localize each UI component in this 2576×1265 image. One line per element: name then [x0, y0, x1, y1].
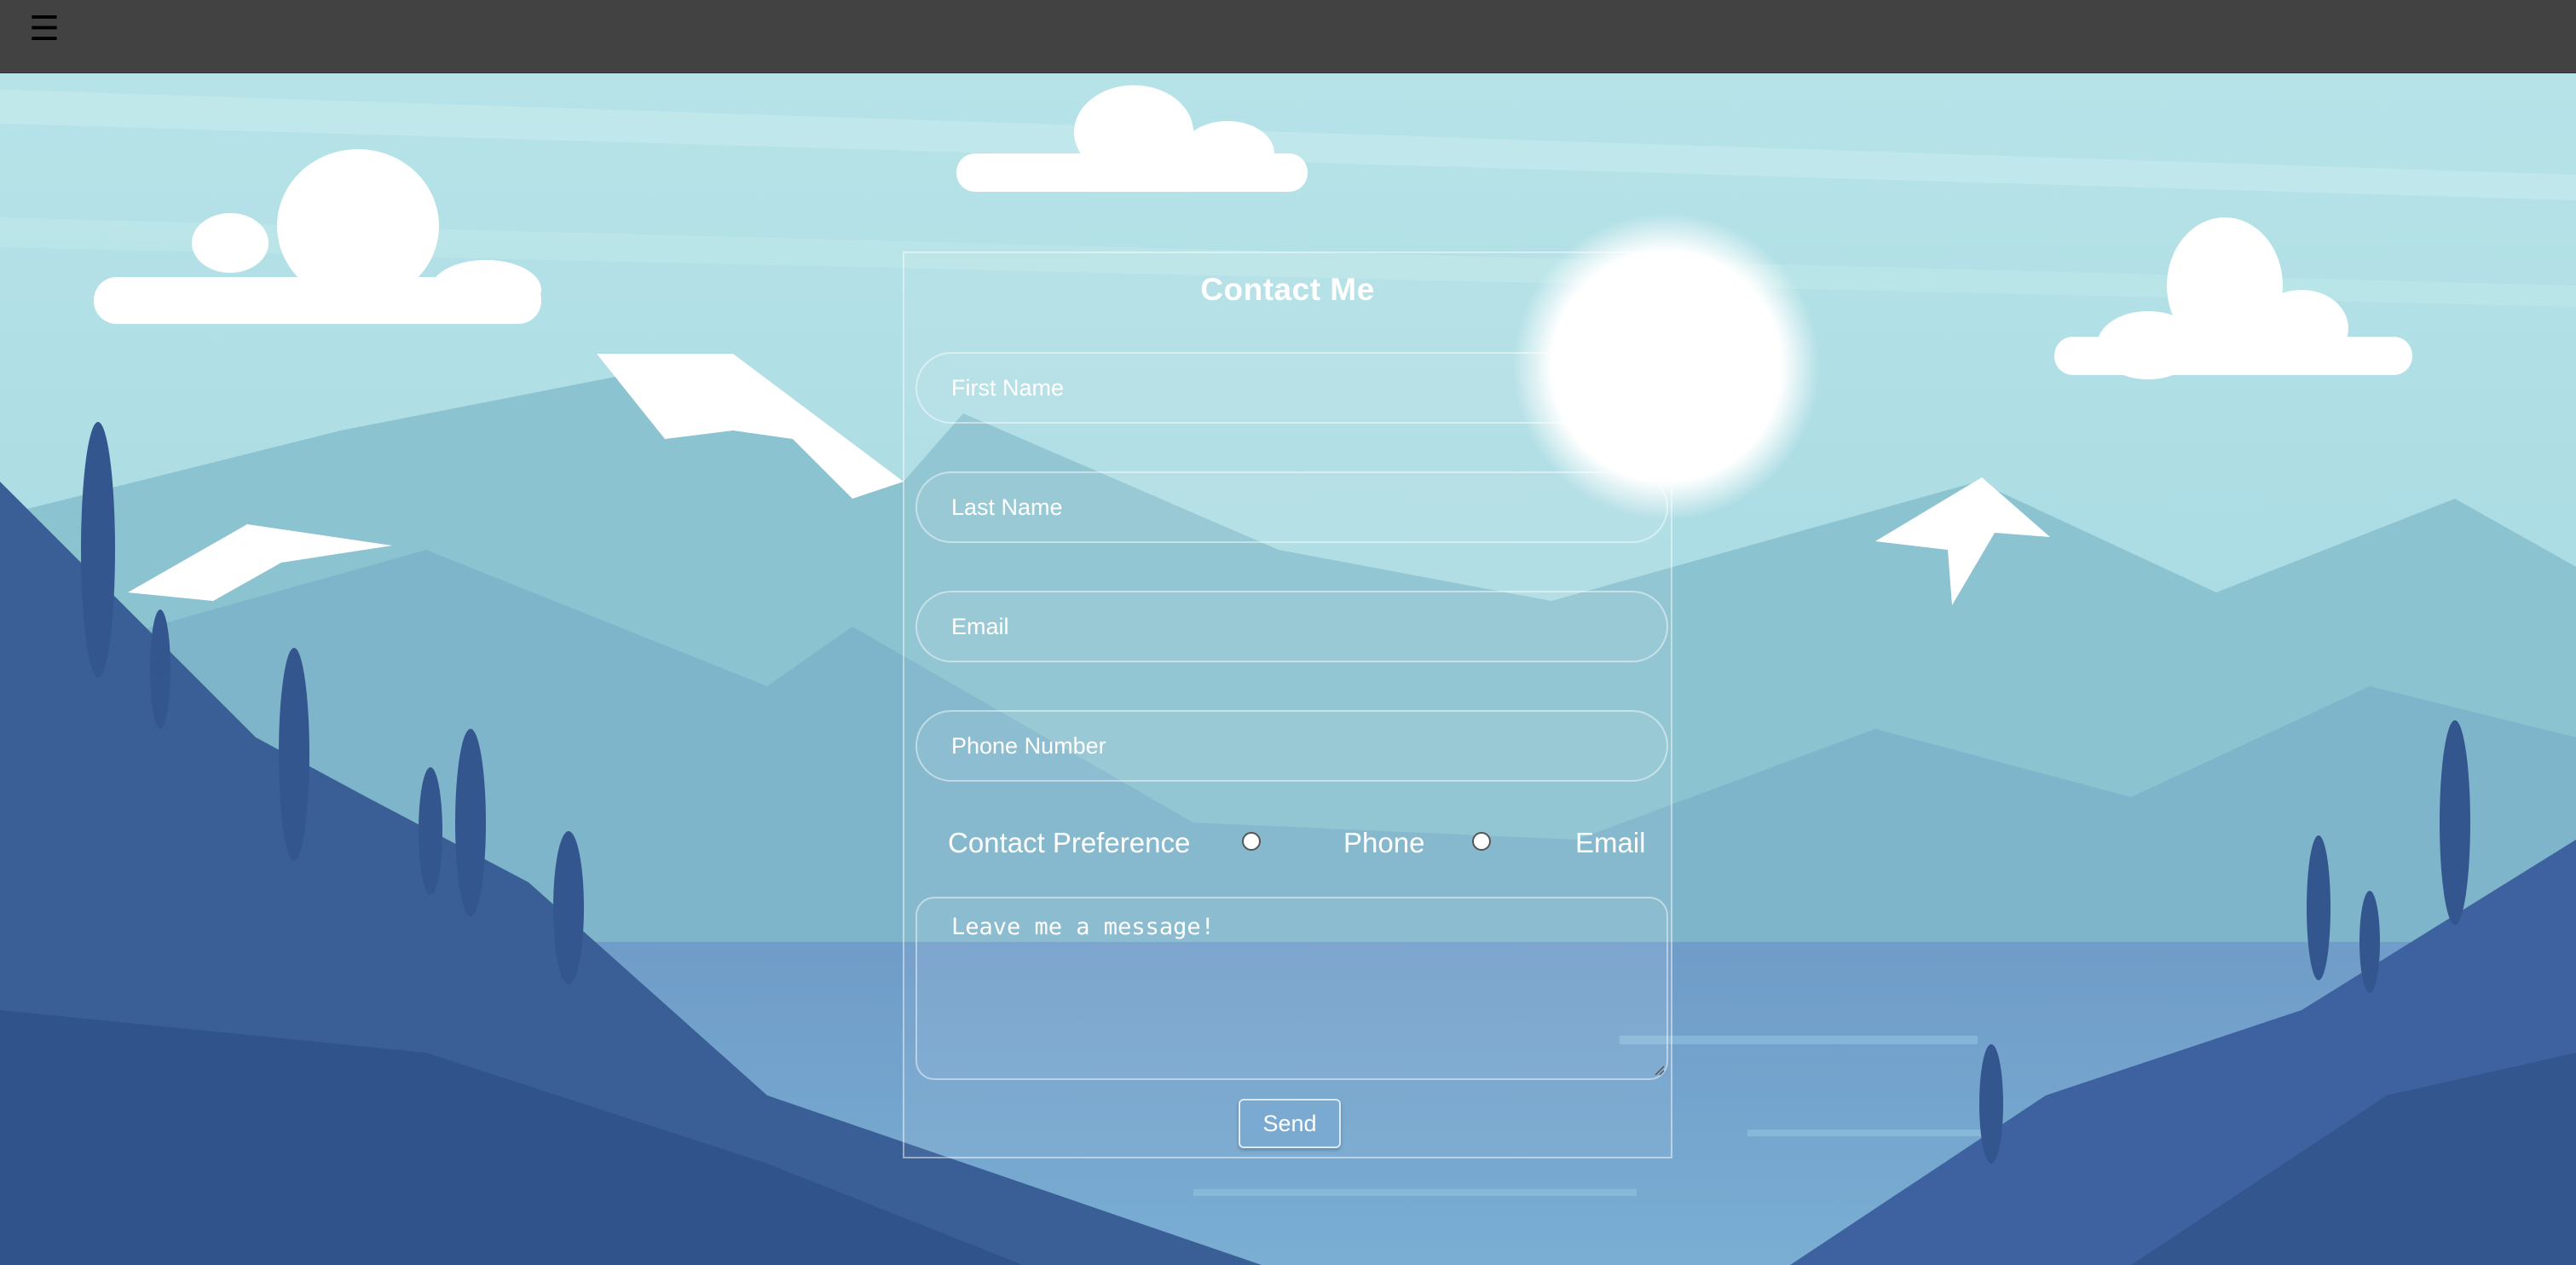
- top-navigation-bar: ☰: [0, 0, 2576, 73]
- message-textarea[interactable]: [915, 897, 1668, 1080]
- first-name-input[interactable]: [915, 352, 1668, 424]
- hamburger-menu-icon[interactable]: ☰: [29, 12, 60, 46]
- email-radio-button[interactable]: [1472, 832, 1491, 851]
- phone-radio-button[interactable]: [1242, 832, 1261, 851]
- email-input[interactable]: [915, 591, 1668, 662]
- contact-form-card: Contact Me Contact Preference Phone Emai…: [903, 251, 1672, 1158]
- phone-option-label: Phone: [1343, 827, 1425, 858]
- contact-preference-label: Contact Preference: [948, 827, 1191, 858]
- form-title: Contact Me: [1200, 272, 1375, 307]
- phone-number-input[interactable]: [915, 710, 1668, 782]
- contact-preference-row: Contact Preference Phone Email: [915, 812, 1668, 871]
- send-button[interactable]: Send: [1239, 1099, 1341, 1148]
- last-name-input[interactable]: [915, 471, 1668, 543]
- resize-handle-icon[interactable]: [1655, 1066, 1665, 1076]
- email-option-label: Email: [1575, 827, 1646, 858]
